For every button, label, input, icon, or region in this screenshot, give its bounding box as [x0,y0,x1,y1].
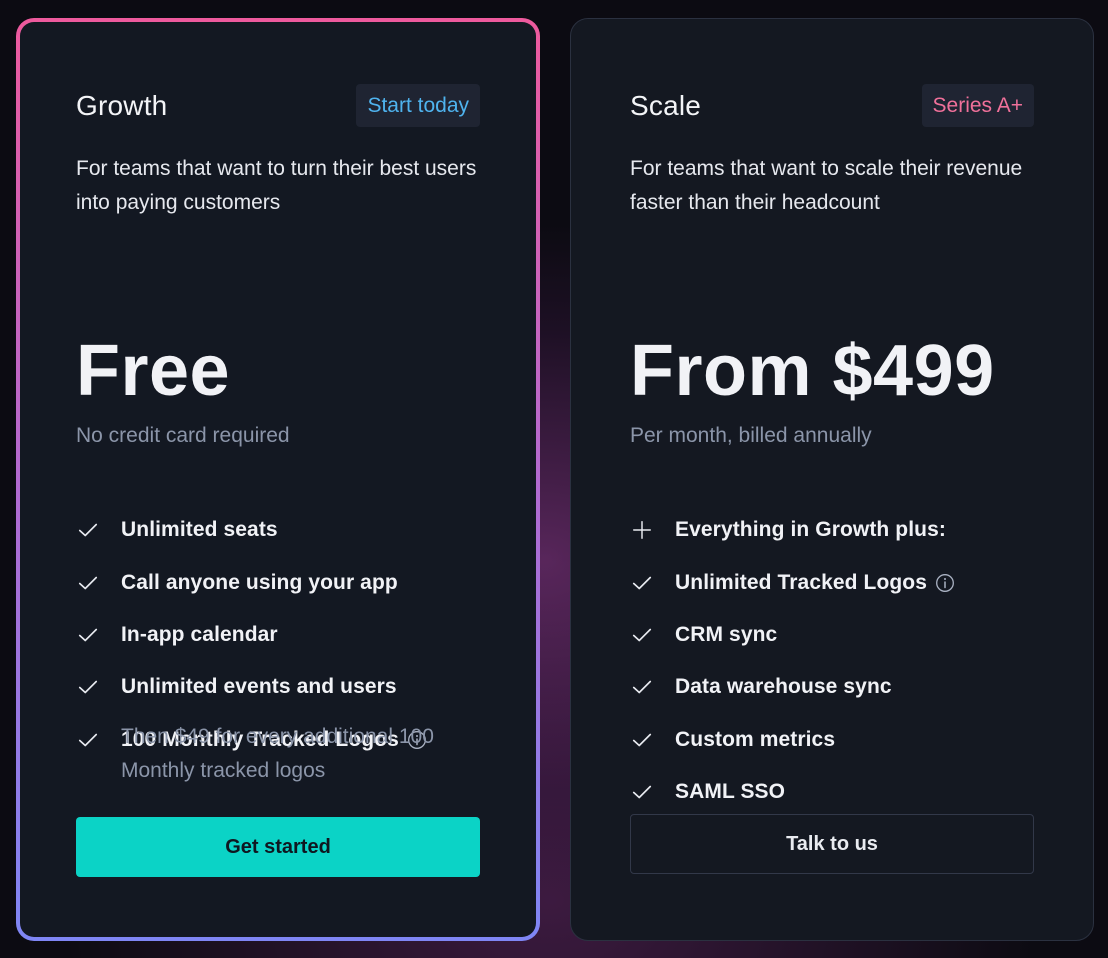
card-header: Scale Series A+ [630,84,1034,128]
feature-label: Unlimited seats [121,518,278,542]
plan-name: Growth [76,90,168,121]
feature-item: Everything in Growth plus: [630,504,1050,556]
plus-icon [630,518,654,542]
plan-description: For teams that want to scale their reven… [630,157,1023,214]
pricing-card-scale: Scale Series A+ For teams that want to s… [570,18,1094,941]
check-icon [630,675,654,699]
feature-label: SAML SSO [675,780,786,804]
price-note: No credit card required [76,424,290,447]
feature-item: In-app calendar [76,609,496,661]
feature-item: Data warehouse sync [630,661,1050,713]
feature-item: Custom metrics [630,714,1050,766]
feature-item: Unlimited events and users [76,661,496,713]
check-icon [630,728,654,752]
card-header: Growth Start today [76,84,480,128]
feature-label: Call anyone using your app [121,570,398,594]
feature-list: Everything in Growth plus: Unlimited Tra… [630,504,1050,818]
feature-label: Unlimited events and users [121,675,397,699]
plan-tag: Series A+ [921,84,1034,127]
feature-label: Custom metrics [675,727,836,751]
feature-item: Unlimited seats [76,504,496,556]
feature-item: Call anyone using your app [76,556,496,608]
plan-tag: Start today [356,84,480,127]
check-icon [76,728,100,752]
plan-name: Scale [630,90,702,121]
feature-label: Everything in Growth plus: [675,518,946,542]
check-icon [76,675,100,699]
check-icon [76,623,100,647]
card-content: Growth Start today For teams that want t… [76,84,480,937]
pricing-card-growth: Growth Start today For teams that want t… [16,18,540,941]
info-icon[interactable] [935,573,955,593]
feature-item: SAML SSO [630,766,1050,818]
check-icon [630,780,654,804]
feature-item: CRM sync [630,609,1050,661]
feature-label: Data warehouse sync [675,675,892,699]
feature-label: CRM sync [675,622,778,646]
feature-item: Unlimited Tracked Logos [630,556,1050,608]
plan-description: For teams that want to turn their best u… [76,157,477,214]
check-icon [630,571,654,595]
talk-to-us-button[interactable]: Talk to us [630,814,1034,874]
additional-pricing-note: Then $49 for every additional 100 Monthl… [121,725,434,782]
plan-price: Free [76,331,231,411]
check-icon [76,571,100,595]
card-content: Scale Series A+ For teams that want to s… [630,84,1034,940]
get-started-button[interactable]: Get started [76,817,480,877]
check-icon [76,518,100,542]
feature-label: In-app calendar [121,622,278,646]
price-note: Per month, billed annually [630,424,872,447]
plan-price: From $499 [630,331,995,411]
feature-label: Unlimited Tracked Logos [675,570,928,594]
check-icon [630,623,654,647]
